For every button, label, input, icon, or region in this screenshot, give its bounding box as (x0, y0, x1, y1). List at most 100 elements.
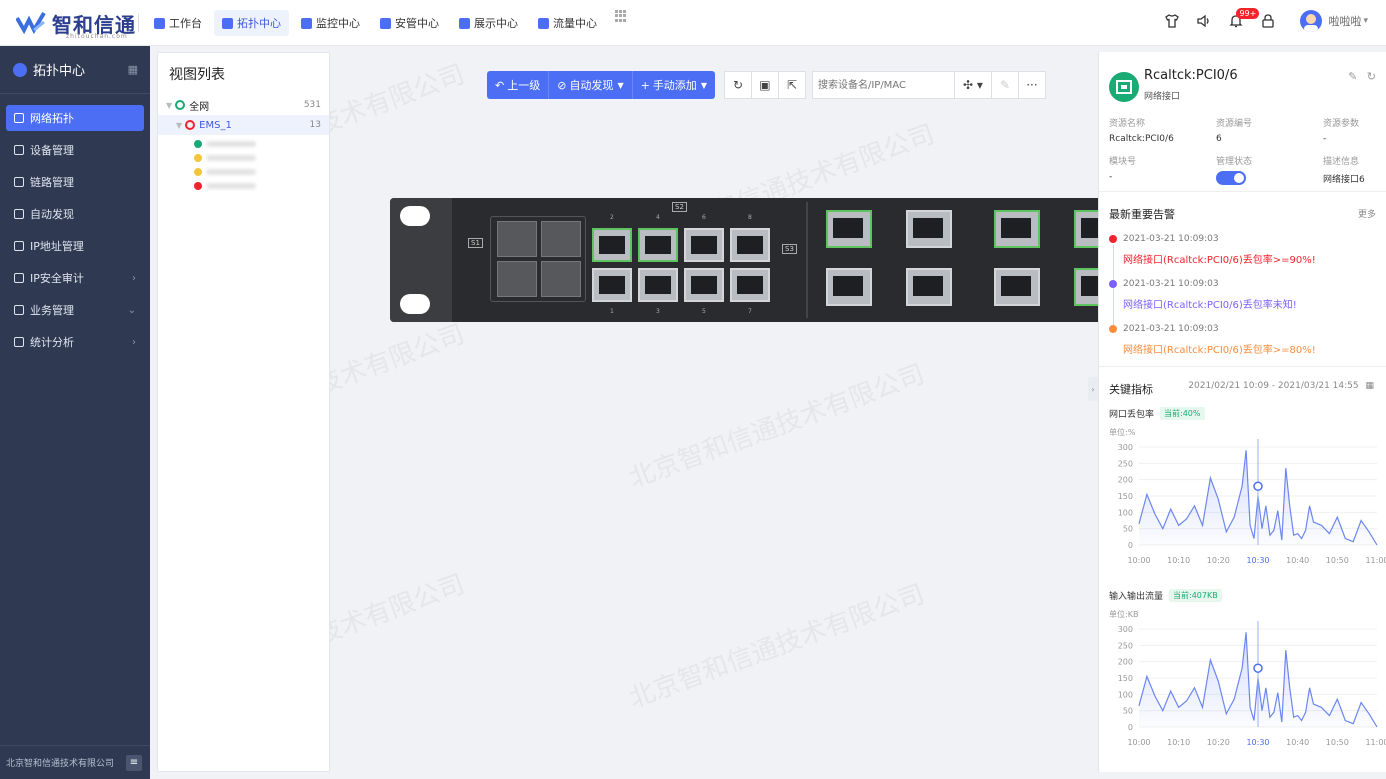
nav-item-2[interactable]: 监控中心 (293, 10, 368, 36)
ethernet-port[interactable] (906, 268, 952, 306)
sfp-port[interactable] (497, 261, 537, 297)
lock-icon[interactable] (1258, 11, 1278, 31)
nav-item-0[interactable]: 工作台 (146, 10, 210, 36)
tree-node-ems[interactable]: ▼ EMS_1 13 (158, 115, 329, 135)
sidebar-item-7[interactable]: 统计分析 › (6, 329, 144, 355)
bell-icon[interactable]: 99+ (1226, 8, 1260, 31)
user-name[interactable]: 啦啦啦 (1328, 13, 1361, 29)
hover-marker[interactable] (1253, 481, 1263, 491)
field-module-no: 模块号 - (1109, 154, 1136, 182)
ethernet-port-4[interactable] (638, 228, 678, 262)
ethernet-port-8[interactable] (730, 228, 770, 262)
alarm-item[interactable]: 2021-03-21 10:09:03 网络接口(Rcaltck:PCI0/6)丢… (1109, 279, 1297, 311)
nav-item-5[interactable]: 流量中心 (530, 10, 605, 36)
alarm-item[interactable]: 2021-03-21 10:09:03 网络接口(Rcaltck:PCI0/6)丢… (1109, 324, 1316, 356)
nav-item-3[interactable]: 安管中心 (372, 10, 447, 36)
grid-icon[interactable]: ▦ (128, 63, 138, 76)
edit-button[interactable]: ✎ (990, 71, 1019, 99)
sfp-port[interactable] (497, 221, 537, 257)
sfp-port[interactable] (541, 221, 581, 257)
sidebar-item-5[interactable]: IP安全审计 › (6, 265, 144, 291)
up-level-button[interactable]: ↶ 上一级 (487, 71, 550, 99)
menu-icon (14, 273, 24, 283)
apps-grid-icon[interactable] (615, 10, 627, 22)
auto-discover-button[interactable]: ⊘ 自动发现 ▼ (549, 71, 633, 99)
tree-child-blurred[interactable] (158, 165, 329, 179)
ethernet-port[interactable] (1074, 268, 1098, 306)
tree-child-blurred[interactable] (158, 179, 329, 193)
logo[interactable]: 智和信通 zhitouchan.com (16, 8, 136, 40)
calendar-icon[interactable]: ▦ (1365, 381, 1374, 391)
sidebar-title: 拓扑中心 (33, 64, 86, 79)
admin-status-toggle[interactable] (1216, 171, 1246, 185)
plus-icon: + (640, 78, 650, 92)
chevron-down-icon[interactable]: ▾ (1363, 16, 1368, 26)
sidebar-item-3[interactable]: 自动发现 (6, 201, 144, 227)
layout-button[interactable]: ✣ ▾ (953, 71, 992, 99)
alarm-item[interactable]: 2021-03-21 10:09:03 网络接口(Rcaltck:PCI0/6)丢… (1109, 234, 1316, 266)
back-icon: ↶ (495, 78, 505, 92)
x-tick-label: 10:20 (1207, 556, 1230, 565)
sfp-port[interactable] (541, 261, 581, 297)
kpi-date-range[interactable]: 2021/02/21 10:09 - 2021/03/21 14:55 ▦ (1188, 381, 1374, 391)
alarm-time: 2021-03-21 10:09:03 (1123, 324, 1219, 334)
caret-down-icon[interactable]: ▼ (166, 101, 172, 110)
tree-child-blurred[interactable] (158, 137, 329, 151)
more-button[interactable]: ··· (1017, 71, 1046, 99)
avatar[interactable] (1300, 10, 1323, 32)
collapse-menu-icon[interactable]: ≡ (126, 754, 142, 771)
sidebar-item-0[interactable]: 网络拓扑 (6, 105, 144, 131)
ethernet-port-5[interactable] (684, 268, 724, 302)
switch-device-panel[interactable]: S1 S2 2 4 6 8 1 3 5 7 S3 (390, 198, 1098, 322)
hover-marker[interactable] (1253, 663, 1263, 673)
ethernet-port-2[interactable] (592, 228, 632, 262)
compass-icon: ⊘ (557, 78, 567, 92)
ethernet-port-7[interactable] (730, 268, 770, 302)
port-label: 7 (748, 308, 752, 315)
nav-item-4[interactable]: 展示中心 (451, 10, 526, 36)
export-button[interactable]: ⇱ (777, 71, 806, 99)
tree-child-blurred[interactable] (158, 151, 329, 165)
x-tick-label: 11:00 (1365, 738, 1386, 747)
sidebar-item-1[interactable]: 设备管理 (6, 137, 144, 163)
refresh-button[interactable]: ↻ (723, 71, 752, 99)
ethernet-port-3[interactable] (638, 268, 678, 302)
sidebar-item-2[interactable]: 链路管理 (6, 169, 144, 195)
sidebar-item-6[interactable]: 业务管理 ⌄ (6, 297, 144, 323)
caret-down-icon[interactable]: ▼ (176, 121, 182, 130)
sidebar-item-4[interactable]: IP地址管理 (6, 233, 144, 259)
top-right-tools: 99+ 啦啦啦 ▾ (1150, 8, 1368, 32)
x-tick-label: 10:00 (1127, 556, 1150, 565)
port-label: 6 (702, 214, 706, 221)
edit-icon[interactable]: ✎ (1348, 70, 1357, 83)
ethernet-port[interactable] (906, 210, 952, 248)
view-list-title: 视图列表 (169, 67, 225, 83)
ethernet-port[interactable] (826, 210, 872, 248)
nav-item-1[interactable]: 拓扑中心 (214, 10, 289, 36)
header-actions: ✎ ↻ (1348, 70, 1376, 83)
ethernet-port-6[interactable] (684, 228, 724, 262)
refresh-icon[interactable]: ↻ (1367, 70, 1376, 83)
speaker-icon[interactable] (1194, 11, 1214, 31)
tree-node-root[interactable]: ▼ 全网 531 (158, 95, 329, 115)
y-tick-label: 100 (1118, 508, 1133, 517)
ethernet-port[interactable] (994, 210, 1040, 248)
ethernet-port[interactable] (994, 268, 1040, 306)
topology-canvas[interactable]: 北京智和信通技术有限公司 北京智和信通技术有限公司 北京智和信通技术有限公司 北… (330, 46, 1098, 779)
watermark: 北京智和信通技术有限公司 (330, 319, 469, 455)
metric-title-traffic: 输入输出流量 当前:407KB (1109, 589, 1222, 602)
ethernet-port-1[interactable] (592, 268, 632, 302)
search-input[interactable] (811, 71, 955, 99)
ethernet-port[interactable] (826, 268, 872, 306)
manual-add-button[interactable]: + 手动添加 ▼ (632, 71, 715, 99)
alarm-more-link[interactable]: 更多 (1358, 207, 1376, 220)
panel-collapse-handle[interactable]: › (1088, 377, 1098, 401)
save-button[interactable]: ▣ (750, 71, 779, 99)
packet-loss-chart[interactable]: 0 50 100 150 200 250 300 10:00 10:10 10:20 10:30 10… (1099, 437, 1386, 567)
rack-ear (390, 198, 452, 322)
shirt-icon[interactable] (1162, 11, 1182, 31)
nav-item-label: 展示中心 (474, 17, 518, 30)
traffic-chart[interactable]: 0 50 100 150 200 250 300 10:00 10:10 10:20 10:30 10… (1099, 619, 1386, 749)
ethernet-port[interactable] (1074, 210, 1098, 248)
y-tick-label: 200 (1118, 476, 1133, 485)
